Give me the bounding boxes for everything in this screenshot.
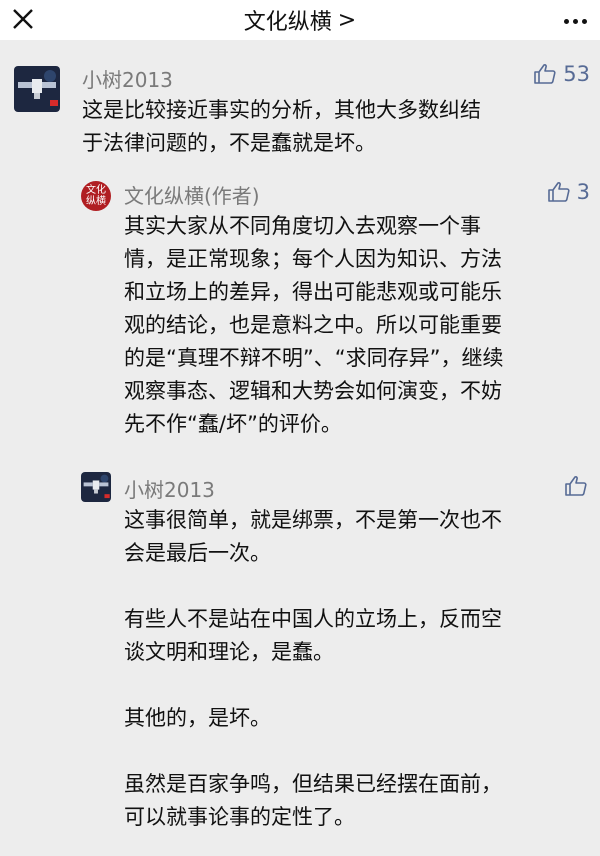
space-station-avatar-icon (81, 472, 111, 502)
reply-line: 观的结论，也是意料之中。所以可能重要 (124, 313, 502, 337)
more-icon (563, 18, 569, 24)
reply-line: 和立场上的差异，得出可能悲观或可能乐 (124, 280, 502, 304)
avatar[interactable] (81, 472, 111, 502)
reply-text: 其实大家从不同角度切入去观察一个事 情，是正常现象；每个人因为知识、方法 和立场… (124, 210, 504, 441)
reply-line: 其实大家从不同角度切入去观察一个事 (124, 214, 481, 238)
reply-paragraph: 其他的，是坏。 (124, 706, 271, 730)
avatar[interactable] (14, 66, 60, 112)
chevron-right-icon: > (337, 7, 357, 33)
thumbs-up-icon (547, 182, 570, 202)
like-button[interactable]: 3 (547, 180, 590, 204)
author-avatar[interactable]: 文化 纵横 (81, 181, 111, 211)
thumbs-up-icon (565, 476, 587, 496)
like-count: 3 (576, 180, 590, 204)
reply-paragraph: 虽然是百家争鸣，但结果已经摆在面前， 可以就事论事的定性了。 (124, 772, 502, 829)
reply-paragraph: 有些人不是站在中国人的立场上，反而空 谈文明和理论，是蠢。 (124, 607, 502, 664)
reply-line: 情，是正常现象；每个人因为知识、方法 (124, 247, 502, 271)
comment-author[interactable]: 小树2013 (82, 64, 173, 93)
like-button[interactable] (564, 474, 588, 498)
reply-line: 观察事态、逻辑和大势会如何演变，不妨 (124, 379, 502, 403)
comment-text: 这是比较接近事实的分析，其他大多数纠结 于法律问题的，不是蠢就是坏。 (82, 94, 481, 160)
comment-line: 这是比较接近事实的分析，其他大多数纠结 (82, 98, 481, 122)
reply-line: 先不作“蠢/坏”的评价。 (124, 412, 342, 436)
reply-author[interactable]: 文化纵横(作者) (124, 180, 260, 209)
page-title: 文化纵横 (243, 10, 332, 35)
thumbs-up-icon (534, 64, 556, 84)
space-station-avatar-icon (14, 66, 60, 112)
reply-author[interactable]: 小树2013 (124, 474, 215, 503)
more-button[interactable] (560, 6, 590, 36)
reply-text: 这事很简单，就是绑票，不是第一次也不 会是最后一次。 有些人不是站在中国人的立场… (124, 504, 502, 834)
reply-line: 的是“真理不辩不明”、“求同存异”，继续 (124, 346, 504, 370)
reply-paragraph: 这事很简单，就是绑票，不是第一次也不 会是最后一次。 (124, 508, 502, 565)
like-count: 53 (563, 62, 590, 86)
comment-line: 于法律问题的，不是蠢就是坏。 (82, 131, 376, 155)
page-title-button[interactable]: 文化纵横 > (0, 0, 600, 40)
top-bar: 文化纵横 > (0, 0, 600, 40)
like-button[interactable]: 53 (533, 62, 590, 86)
